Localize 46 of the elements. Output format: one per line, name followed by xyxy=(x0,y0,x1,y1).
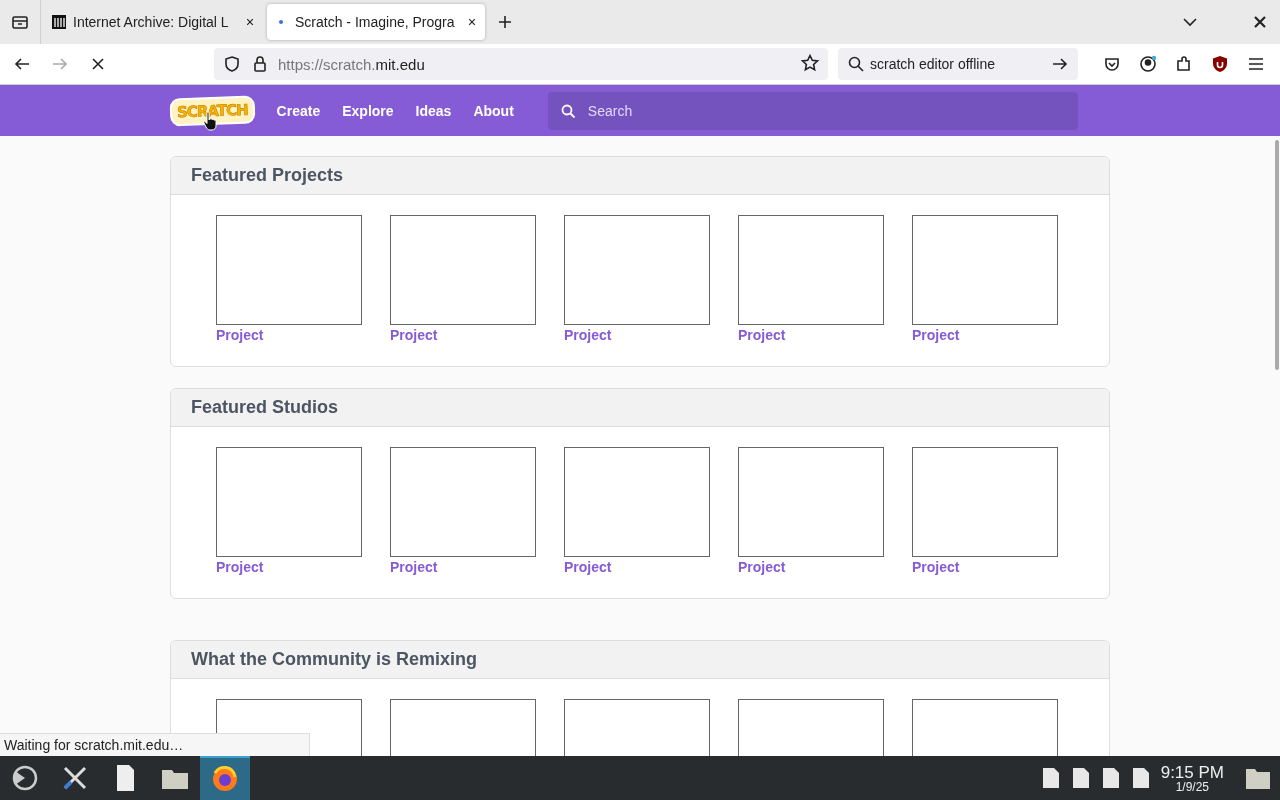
section-title: Featured Projects xyxy=(191,165,344,186)
columns-icon xyxy=(51,14,67,30)
project-thumbnail[interactable] xyxy=(390,215,536,325)
browser-tab[interactable]: Scratch - Imagine, Progra xyxy=(267,4,485,40)
section-title: Featured Studios xyxy=(191,397,338,418)
project-link[interactable]: Project xyxy=(390,327,536,343)
project-thumbnail[interactable] xyxy=(390,447,536,557)
browser-tab[interactable]: Internet Archive: Digital L xyxy=(45,4,263,40)
project-link[interactable]: Project xyxy=(216,327,362,343)
nav-link[interactable]: Ideas xyxy=(415,102,452,119)
star-icon[interactable] xyxy=(800,52,820,73)
url-text: https://scratch.mit.edu xyxy=(278,55,425,73)
project-thumbnail[interactable] xyxy=(564,447,710,557)
document-icon[interactable] xyxy=(1040,767,1061,789)
project-link[interactable]: Project xyxy=(912,327,1058,343)
project-thumbnail[interactable] xyxy=(912,215,1058,325)
scrollbar-thumb[interactable] xyxy=(1275,140,1279,370)
nav-link[interactable]: Explore xyxy=(342,102,394,119)
project-link[interactable]: Project xyxy=(390,559,536,575)
project-thumbnail[interactable] xyxy=(912,447,1058,557)
shield-icon[interactable] xyxy=(1210,54,1230,74)
nav-link[interactable]: About xyxy=(473,102,514,119)
document-icon[interactable] xyxy=(1070,767,1091,789)
project-link[interactable]: Project xyxy=(738,559,884,575)
clock-time: 9:15 PM xyxy=(1160,763,1224,781)
nav-link[interactable]: Create xyxy=(276,102,321,119)
project-link[interactable]: Project xyxy=(738,327,884,343)
search-field[interactable]: Search xyxy=(547,91,1078,130)
search-field[interactable]: scratch editor offline xyxy=(838,48,1078,80)
project-link[interactable]: Project xyxy=(564,559,710,575)
address-bar[interactable]: https://scratch.mit.edu xyxy=(214,48,828,80)
shield-icon xyxy=(222,54,242,74)
project-link[interactable]: Project xyxy=(564,327,710,343)
project-thumbnail[interactable] xyxy=(738,447,884,557)
project-thumbnail[interactable] xyxy=(738,215,884,325)
clock-date: 1/9/25 xyxy=(1175,780,1210,793)
project-thumbnail[interactable] xyxy=(216,215,362,325)
account-icon[interactable] xyxy=(1138,54,1158,74)
project-thumbnail[interactable] xyxy=(564,215,710,325)
project-link[interactable]: Project xyxy=(216,559,362,575)
document-icon[interactable] xyxy=(1100,767,1121,789)
project-thumbnail[interactable] xyxy=(216,447,362,557)
project-link[interactable]: Project xyxy=(912,559,1058,575)
status-text: Waiting for scratch.mit.edu… xyxy=(0,733,311,756)
section-title: What the Community is Remixing xyxy=(191,649,478,670)
document-icon[interactable] xyxy=(1130,767,1151,789)
